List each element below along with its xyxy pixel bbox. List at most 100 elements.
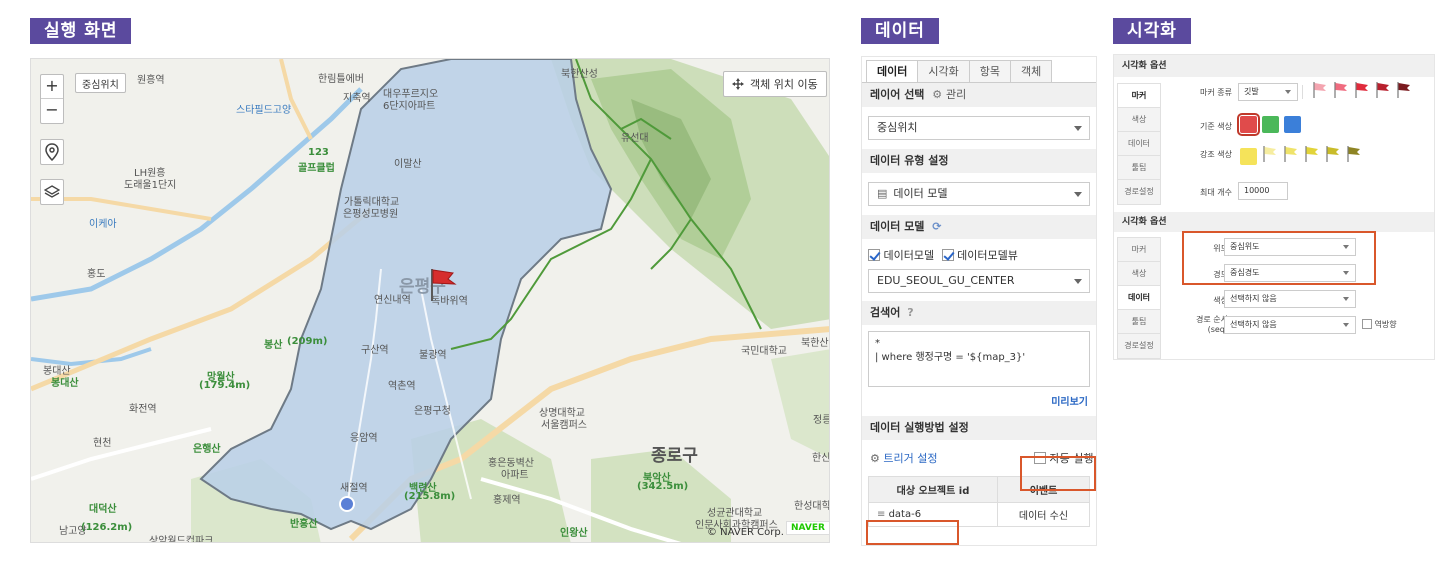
help-icon[interactable]: ? [907, 306, 913, 319]
max-count-input[interactable]: 10000 [1238, 182, 1288, 200]
vtab-tooltip[interactable]: 툴팁 [1118, 156, 1160, 180]
layer-dropdown-value: 중심위치 [877, 121, 918, 134]
accent-color-yellow[interactable] [1240, 148, 1257, 165]
yellow-flag-icon-2[interactable] [1283, 145, 1299, 163]
flag-marker[interactable] [429, 267, 459, 307]
query-line-2: | where 행정구명 = '${map_3}' [875, 352, 1026, 363]
reverse-label: 역방향 [1374, 320, 1397, 329]
data-type-dropdown[interactable]: ▤ 데이터 모델 [868, 182, 1090, 206]
reverse-toggle[interactable]: 역방향 [1362, 319, 1397, 330]
tab-data[interactable]: 데이터 [866, 60, 919, 82]
vtab2-marker[interactable]: 마커 [1118, 238, 1160, 262]
gear-icon[interactable]: ⚙ [932, 88, 942, 101]
red-flag-icon-2[interactable] [1333, 81, 1349, 99]
base-color-red[interactable] [1237, 113, 1260, 136]
preview-link[interactable]: 미리보기 [862, 387, 1096, 416]
location-pin-icon [45, 143, 59, 161]
vtab2-color[interactable]: 색상 [1118, 262, 1160, 286]
vtab2-tooltip[interactable]: 툴팁 [1118, 310, 1160, 334]
label-eunhaengsan: 은행산 [193, 444, 221, 455]
vtab-data[interactable]: 데이터 [1118, 132, 1160, 156]
red-flag-icon-5[interactable] [1396, 81, 1412, 99]
data-model-icon: ▤ [877, 187, 888, 200]
label-mangwolsan-h: (179.4m) [199, 380, 251, 391]
red-flag-icon-3[interactable] [1354, 81, 1370, 99]
viz-panel: 시각화 옵션 마커 색상 데이터 툴팁 경로설정 마커 종류 깃발 기준 색상 … [1113, 54, 1435, 360]
vtab2-route[interactable]: 경로설정 [1118, 334, 1160, 358]
color-label: 색상 [1213, 296, 1228, 305]
label-yeokchon: 역촌역 [388, 381, 416, 392]
max-count-label: 최대 개수 [1200, 188, 1232, 197]
tab-viz[interactable]: 시각화 [917, 60, 970, 82]
label-yuseondae: 유선대 [621, 133, 649, 144]
color-dropdown[interactable]: 선택하지 않음 [1224, 290, 1356, 308]
data-model-title: 데이터 모델 [870, 220, 925, 233]
table-cell-event: 데이터 수신 [997, 502, 1090, 527]
move-object-label: 객체 위치 이동 [750, 78, 818, 91]
label-inwangsan: 인왕산 [560, 528, 588, 539]
model-dropdown-value: EDU_SEOUL_GU_CENTER [877, 274, 1015, 287]
data-tabbar: 데이터 시각화 항목 객체 [862, 57, 1096, 83]
route-dropdown[interactable]: 선택하지 않음 [1224, 316, 1356, 334]
refresh-icon[interactable]: ⟳ [932, 220, 941, 233]
flag-icon [431, 269, 457, 301]
map-view[interactable]: 원흥역 지축역 한림틀에버 대우푸르지오 6단지아파트 스타필드고양 123 골… [30, 58, 830, 543]
gear-icon: ⚙ [870, 452, 880, 465]
marker-type-label: 마커 종류 [1200, 88, 1232, 97]
label-baengnyeonsan-h: (215.8m) [404, 491, 456, 502]
model-view-checkbox[interactable] [941, 249, 954, 261]
center-position-label: 중심위치 [75, 73, 126, 93]
divider [1302, 85, 1303, 99]
marker-type-dropdown[interactable]: 깃발 [1238, 83, 1298, 101]
layers-button[interactable] [40, 179, 64, 205]
red-flag-icon-1[interactable] [1312, 81, 1328, 99]
label-hwajeon: 화전역 [129, 404, 157, 415]
vtab2-data[interactable]: 데이터 [1118, 286, 1160, 310]
vtab-color[interactable]: 색상 [1118, 108, 1160, 132]
label-daedeoksan-h: (126.2m) [81, 522, 133, 533]
label-seoul-campus: 서울캠퍼스 [541, 420, 587, 431]
label-namgoyang: 남고양 [59, 526, 87, 537]
layer-select-title: 레이어 선택 [870, 88, 925, 101]
vtab-marker[interactable]: 마커 [1118, 84, 1160, 108]
label-imalsan: 이말산 [394, 159, 422, 170]
yellow-flag-icon-5[interactable] [1346, 145, 1362, 163]
layer-manage-link[interactable]: 관리 [946, 88, 966, 101]
label-saejeol: 새절역 [340, 483, 368, 494]
highlight-data-id [866, 520, 959, 545]
base-color-green[interactable] [1262, 116, 1279, 133]
vtab-route[interactable]: 경로설정 [1118, 180, 1160, 204]
yellow-flag-icon-3[interactable] [1304, 145, 1320, 163]
chevron-down-icon [1285, 90, 1291, 94]
label-golf: 골프클럽 [298, 163, 335, 174]
label-hongje: 홍제역 [493, 495, 521, 506]
location-button[interactable] [40, 139, 64, 165]
label-banhongsan: 반홍산 [290, 519, 318, 530]
tab-objects[interactable]: 객체 [1010, 60, 1053, 82]
layer-dropdown[interactable]: 중심위치 [868, 116, 1090, 140]
tab-items[interactable]: 항목 [968, 60, 1011, 82]
zoom-in-button[interactable]: + [41, 75, 63, 99]
yellow-flag-icon-4[interactable] [1325, 145, 1341, 163]
chevron-down-icon [1343, 297, 1349, 301]
model-checkbox-label: 데이터모델 [883, 249, 935, 262]
viz-tabs-2: 마커 색상 데이터 툴팁 경로설정 [1117, 237, 1161, 359]
label-gucheong: 은평구청 [414, 406, 451, 417]
zoom-out-button[interactable]: − [41, 99, 63, 123]
table-header-id: 대상 오브젝트 id [868, 476, 998, 503]
move-icon [732, 78, 744, 90]
yellow-flag-icon-1[interactable] [1262, 145, 1278, 163]
model-dropdown[interactable]: EDU_SEOUL_GU_CENTER [868, 269, 1090, 293]
trigger-settings[interactable]: ⚙ 트리거 설정 [870, 450, 937, 466]
red-flag-icon-4[interactable] [1375, 81, 1391, 99]
zoom-control: + − [40, 74, 64, 124]
label-kookmin: 국민대학교 [741, 346, 787, 357]
reverse-checkbox[interactable] [1362, 319, 1372, 329]
route-label: 경로 순서 (seq) [1196, 315, 1228, 334]
move-object-button[interactable]: 객체 위치 이동 [723, 71, 827, 97]
data-section-badge: 데이터 [861, 18, 939, 44]
search-query-textarea[interactable]: * | where 행정구명 = '${map_3}' [868, 331, 1090, 387]
label-bongdaesan2: 봉대산 [51, 378, 79, 389]
model-checkbox[interactable] [868, 249, 880, 261]
base-color-blue[interactable] [1284, 116, 1301, 133]
